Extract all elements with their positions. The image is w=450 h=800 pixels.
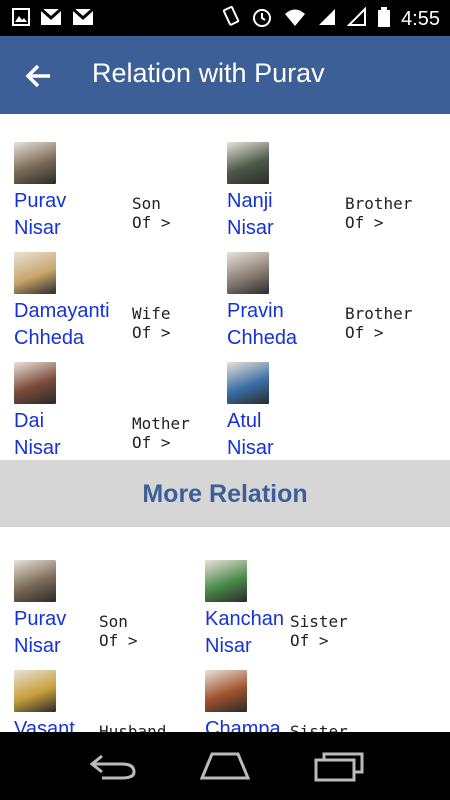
person-last-name[interactable]: Nisar [14, 633, 61, 660]
status-bar: 4:55 [0, 0, 450, 36]
relation-of-link[interactable]: Of > [345, 323, 384, 342]
relation-type: Brother [345, 304, 413, 323]
back-button[interactable] [22, 58, 58, 94]
avatar [227, 362, 269, 404]
relation-type: Sister [290, 722, 348, 732]
relation-card[interactable]: Damayanti Chheda Wife Of > [14, 252, 219, 362]
gmail-icon [39, 7, 63, 31]
avatar [14, 252, 56, 294]
relation-card[interactable]: ChampaSisterOf > [205, 670, 395, 732]
relation-card[interactable]: Purav Nisar Son Of > [14, 142, 219, 252]
relation-type: Brother [345, 194, 413, 213]
person-last-name[interactable]: Nisar [227, 435, 274, 462]
gmail-icon [71, 7, 95, 31]
relation-card[interactable]: Kanchan Nisar Sister Of > [205, 560, 395, 670]
relation-card[interactable]: Pravin Chheda Brother Of > [227, 252, 432, 362]
page-title: Relation with Purav [92, 58, 325, 88]
relation-of-link[interactable]: Of > [290, 631, 329, 650]
avatar [14, 142, 56, 184]
person-first-name[interactable]: Vasant [14, 716, 75, 732]
relation-type: Sister [290, 612, 348, 631]
battery-icon [377, 6, 391, 33]
clock: 4:55 [401, 8, 440, 30]
home-nav-button[interactable] [198, 750, 252, 787]
back-nav-icon [89, 754, 136, 780]
avatar [227, 252, 269, 294]
home-nav-icon [199, 752, 251, 780]
wifi-icon [283, 7, 307, 32]
person-last-name[interactable]: Nisar [205, 633, 252, 660]
person-first-name[interactable]: Purav [14, 606, 66, 633]
relation-type: Son [99, 612, 128, 631]
recents-nav-icon [314, 752, 364, 782]
relation-card[interactable]: VasantHusbandOf > [14, 670, 204, 732]
relation-of-link[interactable]: Of > [99, 631, 138, 650]
recents-nav-button[interactable] [312, 750, 366, 787]
more-relation-label: More Relation [142, 480, 308, 508]
system-icons: 4:55 [221, 6, 440, 33]
app-bar: Relation with Purav [0, 36, 450, 114]
relation-type: Mother [132, 414, 190, 433]
relation-of-link[interactable]: Of > [345, 213, 384, 232]
avatar [14, 560, 56, 602]
relation-type: Son [132, 194, 161, 213]
person-first-name[interactable]: Champa [205, 716, 281, 732]
person-last-name[interactable]: Nisar [227, 215, 274, 242]
relation-card[interactable]: Dai Nisar Mother Of > [14, 362, 219, 472]
alarm-icon [251, 6, 273, 33]
relation-of-link[interactable]: Of > [132, 213, 171, 232]
person-last-name[interactable]: Nisar [14, 215, 61, 242]
person-first-name[interactable]: Nanji [227, 188, 273, 215]
avatar [14, 670, 56, 712]
relations-content[interactable]: Purav Nisar Son Of > Nanji Nisar Brother Of > Da… [0, 114, 450, 732]
relation-of-link[interactable]: Of > [132, 323, 171, 342]
person-first-name[interactable]: Dai [14, 408, 44, 435]
person-first-name[interactable]: Kanchan [205, 606, 284, 633]
screen-rotate-icon [221, 6, 241, 33]
person-first-name[interactable]: Pravin [227, 298, 284, 325]
avatar [14, 362, 56, 404]
relation-card[interactable]: Nanji Nisar Brother Of > [227, 142, 432, 252]
person-first-name[interactable]: Purav [14, 188, 66, 215]
avatar [227, 142, 269, 184]
person-first-name[interactable]: Damayanti [14, 298, 110, 325]
signal-icon [346, 6, 367, 32]
signal-icon [317, 7, 337, 32]
back-nav-button[interactable] [88, 750, 138, 787]
arrow-left-icon [25, 64, 50, 88]
relation-type: Wife [132, 304, 171, 323]
person-first-name[interactable]: Atul [227, 408, 261, 435]
avatar [205, 560, 247, 602]
relation-card[interactable]: Purav Nisar Son Of > [14, 560, 204, 670]
notification-icons [12, 7, 95, 31]
person-last-name[interactable]: Chheda [227, 325, 297, 352]
person-last-name[interactable]: Chheda [14, 325, 84, 352]
navigation-bar [0, 732, 450, 800]
relation-of-link[interactable]: Of > [132, 433, 171, 452]
avatar [205, 670, 247, 712]
relation-type: Husband [99, 722, 167, 732]
person-last-name[interactable]: Nisar [14, 435, 61, 462]
relation-card[interactable]: Atul Nisar [227, 362, 432, 472]
image-icon [12, 8, 30, 31]
more-relation-button[interactable]: More Relation [0, 460, 450, 527]
